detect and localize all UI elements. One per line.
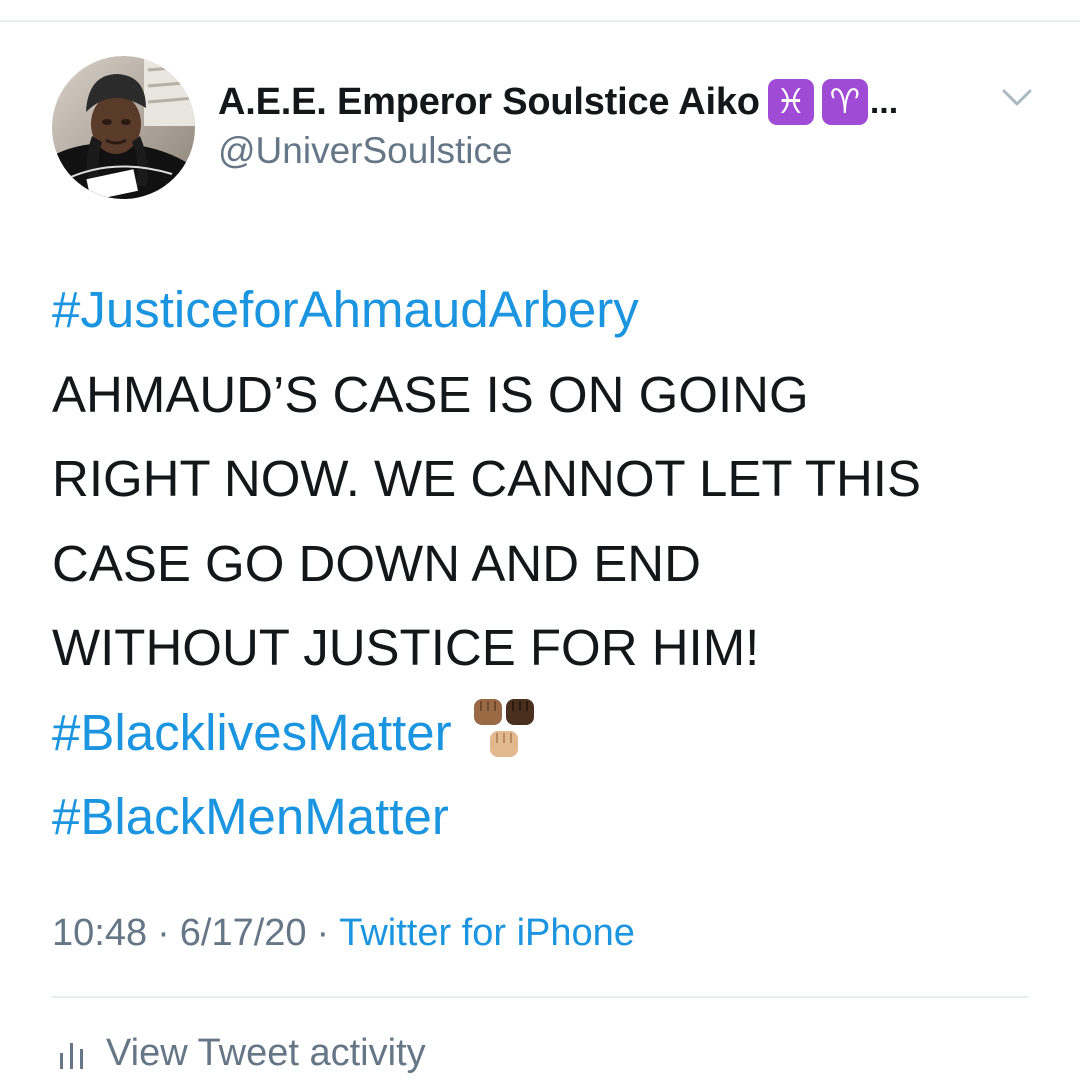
tweet-meta: 10:48 · 6/17/20 · Twitter for iPhone <box>52 912 635 955</box>
meta-separator: · <box>316 912 330 954</box>
hashtag-link[interactable]: #BlackMenMatter <box>52 775 1042 860</box>
tweet-line: WITHOUT JUSTICE FOR HIM! <box>52 619 760 676</box>
bar-chart-icon <box>60 1043 83 1069</box>
author-handle[interactable]: @UniverSoulstice <box>218 130 513 172</box>
chevron-down-icon[interactable] <box>998 84 1036 110</box>
author-name-row[interactable]: A.E.E. Emperor Soulstice Aiko ♓ ♈ ... <box>218 74 898 130</box>
view-tweet-activity-label: View Tweet activity <box>106 1031 426 1074</box>
name-truncation: ... <box>869 82 899 121</box>
tweet-line: AHMAUD’S CASE IS ON GOING <box>52 365 809 423</box>
author-display-name[interactable]: A.E.E. Emperor Soulstice Aiko <box>218 81 760 124</box>
tweet-line: CASE GO DOWN AND END <box>52 534 701 592</box>
tweet-source-link[interactable]: Twitter for iPhone <box>339 912 635 954</box>
raised-fists-emoji-icon <box>473 699 534 758</box>
hashtag-link[interactable]: #BlacklivesMatter <box>52 704 452 761</box>
top-divider <box>0 20 1080 22</box>
aries-icon: ♈ <box>821 79 868 125</box>
avatar[interactable] <box>52 56 195 199</box>
tweet-text: #JusticeforAhmaudArbery AHMAUD’S CASE IS… <box>52 268 1042 860</box>
tweet-date[interactable]: 6/17/20 <box>180 912 307 954</box>
tweet-time[interactable]: 10:48 <box>52 912 147 954</box>
bottom-divider <box>52 996 1028 998</box>
meta-separator: · <box>157 912 170 954</box>
hashtag-link[interactable]: #JusticeforAhmaudArbery <box>52 268 1042 353</box>
profile-photo-icon <box>52 56 195 199</box>
view-tweet-activity-button[interactable]: View Tweet activity <box>52 1028 426 1078</box>
hashtag-row: #BlacklivesMatter <box>52 691 1042 776</box>
pisces-icon: ♓ <box>767 79 814 125</box>
tweet-line: RIGHT NOW. WE CANNOT LET THIS <box>52 450 921 507</box>
